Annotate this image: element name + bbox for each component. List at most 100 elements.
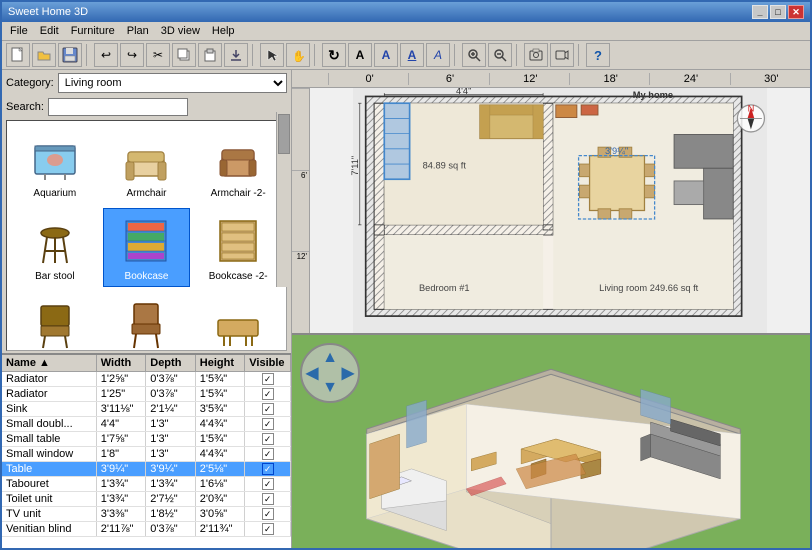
import-button[interactable]: [224, 43, 248, 67]
table-row[interactable]: Sink 3'11⅛" 2'1¼" 3'5¾": [2, 402, 291, 417]
svg-text:✋: ✋: [292, 50, 305, 62]
visible-checkbox[interactable]: [262, 508, 274, 520]
sep6: [578, 44, 582, 66]
open-button[interactable]: [32, 43, 56, 67]
visible-checkbox[interactable]: [262, 523, 274, 535]
furniture-item-armchair[interactable]: Armchair: [103, 125, 191, 204]
app-window: Sweet Home 3D _ □ ✕ File Edit Furniture …: [0, 0, 812, 550]
text-a1[interactable]: A: [348, 43, 372, 67]
left-panel: Category: Living room Bedroom Kitchen Ba…: [2, 70, 292, 548]
floor-plan-canvas[interactable]: My home 4'4" 7'11" 8: [310, 88, 810, 333]
furniture-scrollbar[interactable]: [276, 112, 290, 287]
th-height[interactable]: Height: [196, 355, 246, 371]
nav-up-button[interactable]: ▲: [322, 349, 338, 367]
floor-plan-container[interactable]: 0' 6' 12' 18' 24' 30' 6' 12': [292, 70, 810, 333]
ruler-left: 6' 12': [292, 88, 310, 333]
redo-button[interactable]: ↪: [120, 43, 144, 67]
table-row-selected[interactable]: Table 3'9¼" 3'9¼" 2'5⅛": [2, 462, 291, 477]
category-select[interactable]: Living room Bedroom Kitchen Bathroom Off…: [58, 73, 287, 93]
visible-checkbox[interactable]: [262, 433, 274, 445]
visible-checkbox[interactable]: [262, 403, 274, 415]
help-button[interactable]: ?: [586, 43, 610, 67]
furniture-item-chair2[interactable]: Chair -2-: [103, 291, 191, 351]
title-bar: Sweet Home 3D _ □ ✕: [2, 2, 810, 22]
photo-button[interactable]: [524, 43, 548, 67]
td-name: Radiator: [2, 372, 97, 386]
zoom-out-button[interactable]: [488, 43, 512, 67]
new-button[interactable]: [6, 43, 30, 67]
table-row[interactable]: Small window 1'8" 1'3" 4'4¾": [2, 447, 291, 462]
search-input[interactable]: [48, 98, 188, 116]
furniture-item-aquarium[interactable]: Aquarium: [11, 125, 99, 204]
menu-file[interactable]: File: [4, 23, 34, 39]
nav-down-button[interactable]: ▼: [322, 379, 338, 397]
visible-checkbox[interactable]: [262, 448, 274, 460]
furniture-item-armchair2[interactable]: Armchair -2-: [194, 125, 282, 204]
svg-text:7'11": 7'11": [350, 156, 360, 176]
visible-checkbox[interactable]: [262, 463, 274, 475]
category-label: Category:: [6, 77, 54, 89]
table-row[interactable]: Small doubl... 4'4" 1'3" 4'4¾": [2, 417, 291, 432]
minimize-button[interactable]: _: [752, 5, 768, 19]
pan-button[interactable]: ✋: [286, 43, 310, 67]
table-row[interactable]: Radiator 1'2⅝" 0'3⅞" 1'5¾": [2, 372, 291, 387]
table-row[interactable]: Toilet unit 1'3¾" 2'7½" 2'0¾": [2, 492, 291, 507]
visible-checkbox[interactable]: [262, 493, 274, 505]
th-name[interactable]: Name ▲: [2, 355, 97, 371]
furniture-item-bookcase2[interactable]: Bookcase -2-: [194, 208, 282, 287]
table-row[interactable]: Venitian blind 2'11⅞" 0'3⅞" 2'11¾": [2, 522, 291, 537]
visible-checkbox[interactable]: [262, 373, 274, 385]
ruler-mark-18: 18': [569, 73, 649, 85]
text-a3[interactable]: A: [400, 43, 424, 67]
close-button[interactable]: ✕: [788, 5, 804, 19]
table-row[interactable]: Radiator 1'25" 0'3⅞" 1'5¾": [2, 387, 291, 402]
video-button[interactable]: [550, 43, 574, 67]
copy-button[interactable]: [172, 43, 196, 67]
table-body: Radiator 1'2⅝" 0'3⅞" 1'5¾" Radiator 1'25…: [2, 372, 291, 548]
undo-button[interactable]: ↩: [94, 43, 118, 67]
th-width[interactable]: Width: [97, 355, 147, 371]
text-a4[interactable]: A: [426, 43, 450, 67]
sep3: [314, 44, 318, 66]
menu-plan[interactable]: Plan: [121, 23, 155, 39]
sep4: [454, 44, 458, 66]
th-depth[interactable]: Depth: [146, 355, 196, 371]
nav-right-button[interactable]: ▶: [342, 363, 354, 383]
ruler-mark-30: 30': [730, 73, 810, 85]
view3d-controls: ▲ ▼ ◀ ▶: [300, 343, 360, 403]
table-row[interactable]: Tabouret 1'3¾" 1'3¾" 1'6⅛": [2, 477, 291, 492]
menu-3dview[interactable]: 3D view: [155, 23, 206, 39]
furniture-item-coffeetable[interactable]: Coffee table: [194, 291, 282, 351]
aquarium-icon: [27, 130, 83, 186]
table-row[interactable]: TV unit 3'3⅜" 1'8½" 3'0⅝": [2, 507, 291, 522]
barstool-label: Bar stool: [35, 271, 74, 282]
furniture-item-bookcase[interactable]: Bookcase: [103, 208, 191, 287]
visible-checkbox[interactable]: [262, 388, 274, 400]
furniture-item-barstool[interactable]: Bar stool: [11, 208, 99, 287]
maximize-button[interactable]: □: [770, 5, 786, 19]
paste-button[interactable]: [198, 43, 222, 67]
chair-icon: [27, 296, 83, 351]
furniture-item-chair[interactable]: Chair: [11, 291, 99, 351]
svg-text:4'4": 4'4": [456, 88, 471, 96]
th-visible[interactable]: Visible: [245, 355, 291, 371]
visible-checkbox[interactable]: [262, 478, 274, 490]
sep5: [516, 44, 520, 66]
chair2-icon: [118, 296, 174, 351]
td-height: 1'5¾": [196, 372, 246, 386]
save-button[interactable]: [58, 43, 82, 67]
visible-checkbox[interactable]: [262, 418, 274, 430]
text-a2[interactable]: A: [374, 43, 398, 67]
menu-furniture[interactable]: Furniture: [65, 23, 121, 39]
zoom-in-button[interactable]: [462, 43, 486, 67]
menu-help[interactable]: Help: [206, 23, 241, 39]
ruler-mark-6: 6': [408, 73, 488, 85]
select-button[interactable]: [260, 43, 284, 67]
cut-button[interactable]: ✂: [146, 43, 170, 67]
floor-plan-svg: My home 4'4" 7'11" 8: [310, 88, 810, 333]
app-title: Sweet Home 3D: [8, 6, 88, 18]
menu-edit[interactable]: Edit: [34, 23, 65, 39]
table-row[interactable]: Small table 1'7⅝" 1'3" 1'5¾": [2, 432, 291, 447]
nav-left-button[interactable]: ◀: [306, 363, 318, 383]
rotate-button[interactable]: ↻: [322, 43, 346, 67]
